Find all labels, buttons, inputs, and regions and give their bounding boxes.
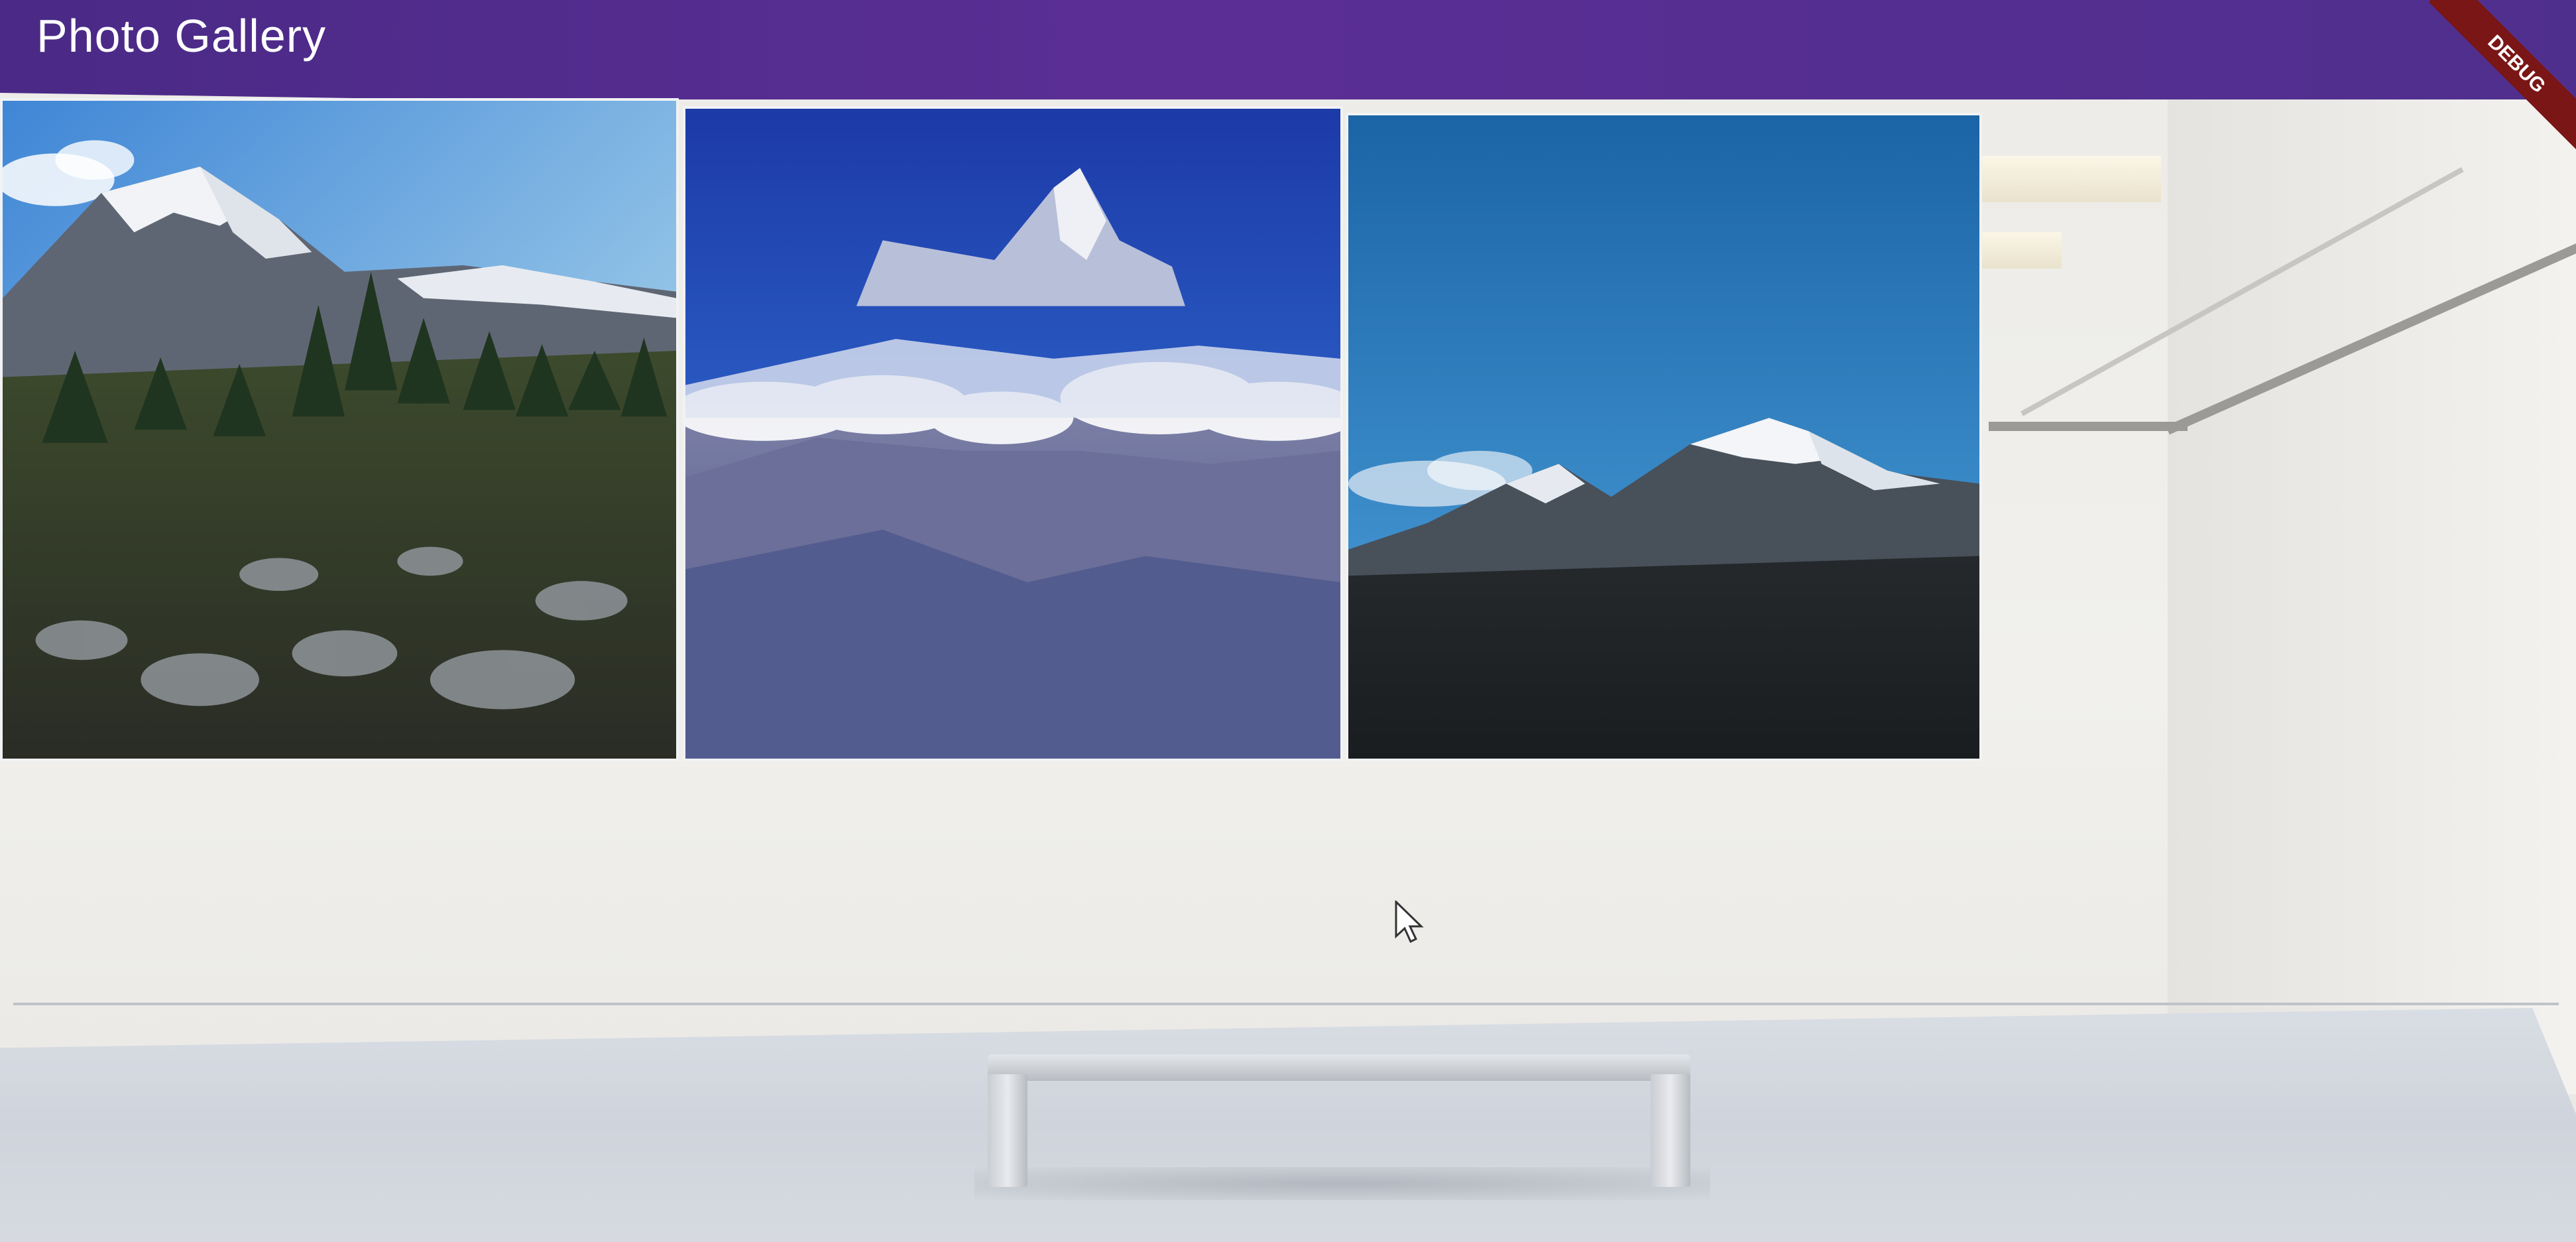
app-bar — [0, 0, 2576, 99]
photo-tile-2[interactable] — [683, 106, 1343, 761]
photo-tile-3[interactable] — [1346, 113, 1982, 761]
mountain-clouds-image — [685, 109, 1340, 759]
right-wall — [2168, 99, 2576, 1094]
mountain-forest-image — [3, 101, 676, 759]
photo-grid — [0, 98, 1989, 761]
bench-leg — [988, 1074, 1027, 1187]
mouse-cursor-icon — [1395, 900, 1424, 944]
ceiling-light — [1982, 232, 2062, 269]
bench-shadow — [974, 1167, 1710, 1200]
screen: Photo Gallery DEBUG — [0, 0, 2576, 1242]
ceiling-beam — [1989, 422, 2188, 431]
floor-line — [13, 1003, 2559, 1005]
photo-tile-1[interactable] — [0, 98, 679, 761]
app-title: Photo Gallery — [36, 10, 327, 62]
bench-leg — [1651, 1074, 1690, 1187]
bench — [988, 1054, 1690, 1081]
mountain-ridge-image — [1348, 115, 1979, 759]
ceiling-light — [1982, 156, 2161, 202]
floor — [0, 1008, 2576, 1242]
